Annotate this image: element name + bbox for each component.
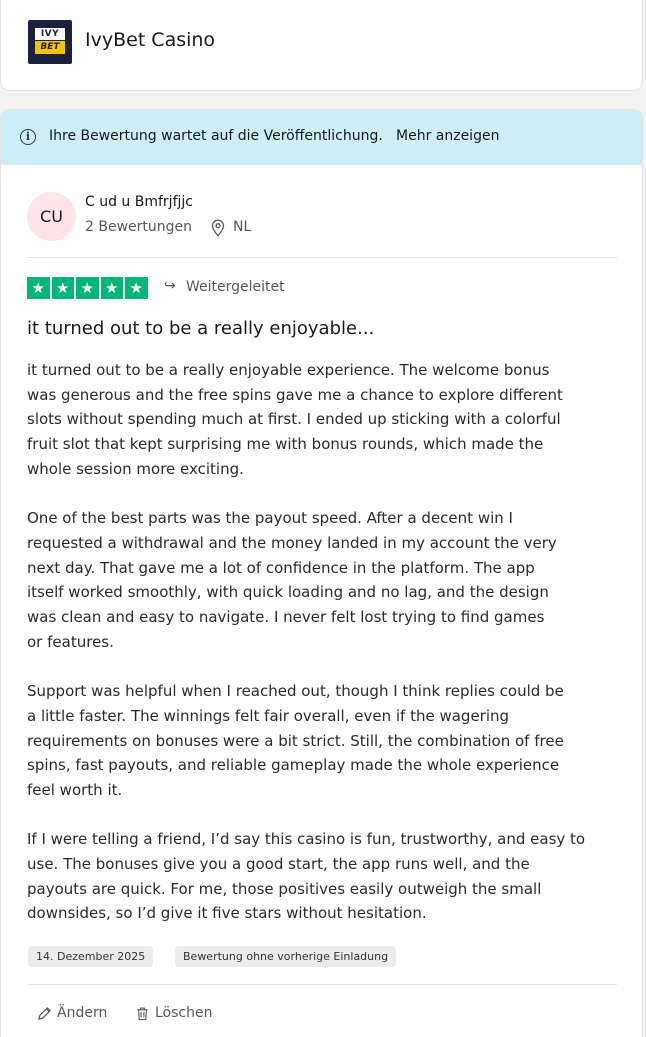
review-paragraph: Support was helpful when I reached out, … [27,682,564,799]
company-header: IVY BET IvyBet Casino [0,0,643,91]
reviewer-name[interactable]: C ud u Bmfrjfjjc [85,194,193,210]
divider [27,984,617,985]
banner-message: Ihre Bewertung wartet auf die Veröffentl… [49,128,383,144]
edit-label: Ändern [57,1005,108,1021]
review-paragraph: If I were telling a friend, I’d say this… [27,830,586,923]
pending-banner: i Ihre Bewertung wartet auf die Veröffen… [1,110,642,165]
pencil-icon [38,1006,51,1020]
company-logo[interactable]: IVY BET [28,20,72,64]
review-paragraph: One of the best parts was the payout spe… [27,509,557,651]
company-name[interactable]: IvyBet Casino [85,29,215,51]
delete-button[interactable]: Löschen [135,1005,212,1021]
info-icon: i [20,129,36,145]
redirect-icon: ↪ [164,278,176,294]
star-icon: ★ [27,277,50,299]
show-more-link[interactable]: Mehr anzeigen [396,128,499,144]
delete-label: Löschen [155,1005,213,1021]
logo-bet-text: BET [35,41,65,54]
logo-ivy-text: IVY [35,28,65,40]
review-title: it turned out to be a really enjoyable..… [27,318,375,339]
redirect-label[interactable]: Weitergeleitet [186,279,285,295]
trash-icon [137,1007,148,1020]
star-icon: ★ [76,277,99,299]
divider [27,257,617,258]
date-badge: 14. Dezember 2025 [28,946,154,967]
review-body: it turned out to be a really enjoyable e… [27,358,627,951]
edit-button[interactable]: Ändern [37,1005,107,1021]
review-card: i Ihre Bewertung wartet auf die Veröffen… [0,109,643,1037]
reviewer-country: NL [233,219,252,235]
star-icon: ★ [100,277,123,299]
invitation-badge[interactable]: Bewertung ohne vorherige Einladung [175,946,397,967]
star-rating: ★ ★ ★ ★ ★ [27,277,148,299]
location-pin-icon [211,219,225,237]
star-icon: ★ [51,277,74,299]
star-icon: ★ [125,277,148,299]
avatar[interactable]: CU [27,192,76,241]
review-count: 2 Bewertungen [85,219,193,235]
review-paragraph: it turned out to be a really enjoyable e… [27,361,563,478]
